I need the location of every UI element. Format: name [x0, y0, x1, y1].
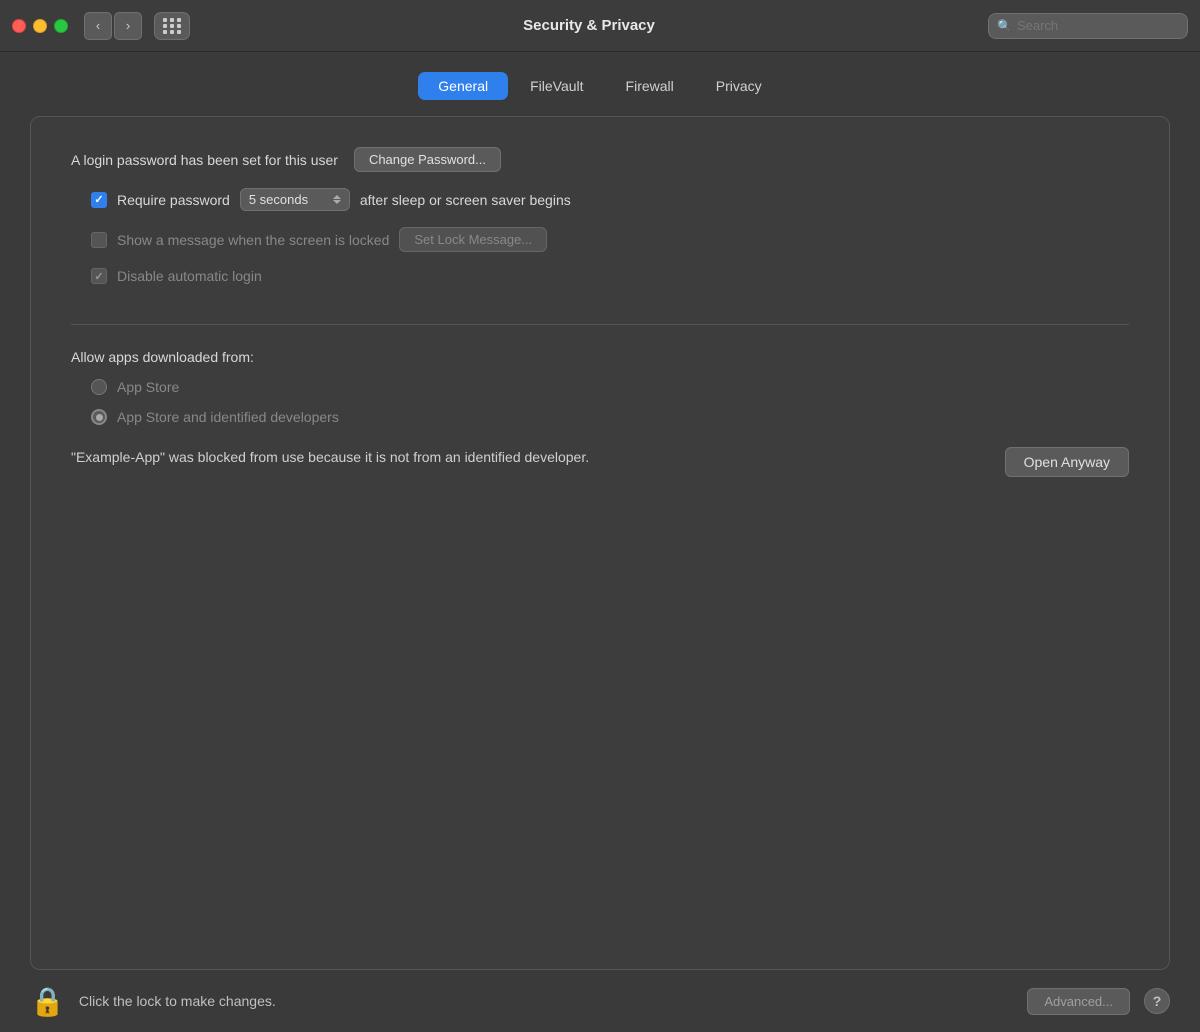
- search-icon: 🔍: [997, 19, 1012, 33]
- grid-icon: [163, 18, 182, 34]
- set-lock-message-button: Set Lock Message...: [399, 227, 547, 252]
- tab-general[interactable]: General: [418, 72, 508, 100]
- show-message-checkbox[interactable]: [91, 232, 107, 248]
- bottom-section: Allow apps downloaded from: App Store Ap…: [71, 349, 1129, 939]
- after-sleep-label: after sleep or screen saver begins: [360, 192, 571, 208]
- app-store-label: App Store: [117, 379, 179, 395]
- lock-text: Click the lock to make changes.: [79, 993, 1013, 1009]
- disable-autologin-row: Disable automatic login: [91, 268, 1129, 284]
- forward-button[interactable]: ›: [114, 12, 142, 40]
- fullscreen-button[interactable]: [54, 19, 68, 33]
- grid-button[interactable]: [154, 12, 190, 40]
- content-panel: A login password has been set for this u…: [30, 116, 1170, 970]
- back-button[interactable]: ‹: [84, 12, 112, 40]
- open-anyway-button[interactable]: Open Anyway: [1005, 447, 1129, 477]
- app-store-identified-radio[interactable]: [91, 409, 107, 425]
- search-bar[interactable]: 🔍: [988, 13, 1188, 39]
- titlebar: ‹ › Security & Privacy 🔍: [0, 0, 1200, 52]
- app-store-radio-row: App Store: [91, 379, 1129, 395]
- password-status-label: A login password has been set for this u…: [71, 152, 338, 168]
- tab-firewall[interactable]: Firewall: [606, 72, 694, 100]
- show-message-label: Show a message when the screen is locked: [117, 232, 389, 248]
- password-delay-dropdown[interactable]: 5 seconds: [240, 188, 350, 211]
- traffic-lights: [12, 19, 68, 33]
- window-title: Security & Privacy: [198, 17, 980, 34]
- tab-bar: General FileVault Firewall Privacy: [30, 72, 1170, 100]
- top-section: A login password has been set for this u…: [71, 147, 1129, 314]
- dropdown-arrow-icon: [333, 195, 341, 204]
- blocked-app-row: "Example-App" was blocked from use becau…: [71, 447, 1129, 477]
- disable-autologin-checkbox[interactable]: [91, 268, 107, 284]
- require-password-row: Require password 5 seconds after sleep o…: [91, 188, 1129, 211]
- close-button[interactable]: [12, 19, 26, 33]
- disable-autologin-label: Disable automatic login: [117, 268, 262, 284]
- tab-privacy[interactable]: Privacy: [696, 72, 782, 100]
- search-input[interactable]: [1017, 18, 1179, 33]
- advanced-button[interactable]: Advanced...: [1027, 988, 1130, 1015]
- password-row: A login password has been set for this u…: [71, 147, 1129, 172]
- allow-apps-label: Allow apps downloaded from:: [71, 349, 1129, 365]
- require-password-label: Require password: [117, 192, 230, 208]
- section-divider: [71, 324, 1129, 325]
- app-store-identified-label: App Store and identified developers: [117, 409, 339, 425]
- lock-icon[interactable]: 🔒: [30, 985, 65, 1018]
- change-password-button[interactable]: Change Password...: [354, 147, 501, 172]
- tab-filevault[interactable]: FileVault: [510, 72, 603, 100]
- blocked-app-message: "Example-App" was blocked from use becau…: [71, 447, 985, 468]
- minimize-button[interactable]: [33, 19, 47, 33]
- require-password-checkbox[interactable]: [91, 192, 107, 208]
- nav-buttons: ‹ ›: [84, 12, 142, 40]
- bottom-bar: 🔒 Click the lock to make changes. Advanc…: [0, 970, 1200, 1032]
- password-delay-value: 5 seconds: [249, 192, 308, 207]
- help-button[interactable]: ?: [1144, 988, 1170, 1014]
- app-store-identified-radio-row: App Store and identified developers: [91, 409, 1129, 425]
- app-store-radio[interactable]: [91, 379, 107, 395]
- main-content: General FileVault Firewall Privacy A log…: [0, 52, 1200, 970]
- show-message-row: Show a message when the screen is locked…: [91, 227, 1129, 252]
